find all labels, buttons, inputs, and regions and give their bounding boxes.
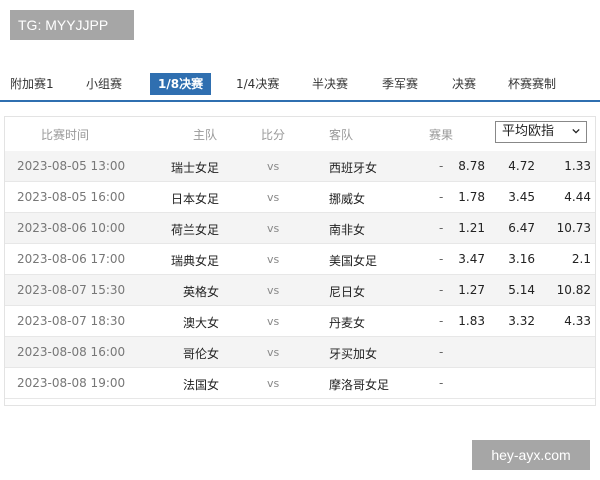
score: vs: [267, 284, 280, 297]
home-team[interactable]: 荷兰女足: [171, 221, 219, 238]
odds-away: 4.44: [564, 190, 591, 204]
site-watermark: hey-ayx.com: [472, 440, 590, 470]
tab-semifinal[interactable]: 半决赛: [312, 73, 348, 95]
odds-draw: 6.47: [508, 221, 535, 235]
tab-cup-format[interactable]: 杯赛赛制: [508, 73, 556, 95]
header-time: 比赛时间: [41, 128, 90, 142]
odds-away: 2.1: [571, 252, 591, 266]
tab-playoff-1[interactable]: 附加赛1: [10, 73, 54, 95]
odds-draw: 3.45: [508, 190, 535, 204]
match-time: 2023-08-05 13:00: [17, 159, 126, 173]
odds-home: 8.78: [458, 159, 485, 173]
tg-badge: TG: MYYJJPP: [10, 10, 134, 40]
score: vs: [267, 346, 280, 359]
away-team[interactable]: 美国女足: [329, 252, 377, 269]
chevron-down-icon: [572, 128, 580, 134]
table-row[interactable]: 2023-08-07 18:30 澳大女 vs 丹麦女 - 1.83 3.32 …: [5, 306, 595, 337]
match-result: -: [439, 190, 444, 204]
home-team[interactable]: 瑞典女足: [171, 252, 219, 269]
match-time: 2023-08-08 16:00: [17, 345, 126, 359]
home-team[interactable]: 哥伦女: [183, 345, 219, 362]
odds-home: 1.78: [458, 190, 485, 204]
table-row[interactable]: 2023-08-05 16:00 日本女足 vs 挪威女 - 1.78 3.45…: [5, 182, 595, 213]
odds-away: 10.82: [556, 283, 591, 297]
table-row[interactable]: 2023-08-05 13:00 瑞士女足 vs 西班牙女 - 8.78 4.7…: [5, 151, 595, 182]
odds-draw: 3.16: [508, 252, 535, 266]
match-time: 2023-08-05 16:00: [17, 190, 126, 204]
table-row[interactable]: 2023-08-08 19:00 法国女 vs 摩洛哥女足 -: [5, 368, 595, 399]
odds-home: 1.21: [458, 221, 485, 235]
home-team[interactable]: 英格女: [183, 283, 219, 300]
away-team[interactable]: 牙买加女: [329, 345, 377, 362]
away-team[interactable]: 摩洛哥女足: [329, 376, 389, 393]
match-table: 比赛时间 主队 比分 客队 赛果 平均欧指 2023-08-05 13:00 瑞…: [4, 116, 596, 406]
away-team[interactable]: 尼日女: [329, 283, 365, 300]
header-score: 比分: [261, 128, 286, 142]
tab-quarterfinal[interactable]: 1/4决赛: [236, 73, 279, 95]
odds-draw: 4.72: [508, 159, 535, 173]
match-time: 2023-08-07 15:30: [17, 283, 126, 297]
match-result: -: [439, 221, 444, 235]
header-result: 赛果: [429, 128, 454, 142]
odds-away: 1.33: [564, 159, 591, 173]
odds-away: 10.73: [556, 221, 591, 235]
table-row[interactable]: 2023-08-06 17:00 瑞典女足 vs 美国女足 - 3.47 3.1…: [5, 244, 595, 275]
tab-round-of-16[interactable]: 1/8决赛: [150, 73, 212, 95]
match-result: -: [439, 314, 444, 328]
match-time: 2023-08-07 18:30: [17, 314, 126, 328]
away-team[interactable]: 挪威女: [329, 190, 365, 207]
odds-away: 4.33: [564, 314, 591, 328]
away-team[interactable]: 南非女: [329, 221, 365, 238]
score: vs: [267, 377, 280, 390]
score: vs: [267, 315, 280, 328]
score: vs: [267, 222, 280, 235]
score: vs: [267, 191, 280, 204]
header-home: 主队: [193, 128, 218, 142]
match-time: 2023-08-06 17:00: [17, 252, 126, 266]
match-result: -: [439, 159, 444, 173]
match-time: 2023-08-06 10:00: [17, 221, 126, 235]
odds-draw: 5.14: [508, 283, 535, 297]
away-team[interactable]: 丹麦女: [329, 314, 365, 331]
home-team[interactable]: 澳大女: [183, 314, 219, 331]
round-tabs: 附加赛1 小组赛 1/8决赛 1/4决赛 半决赛 季军赛 决赛 杯赛赛制: [0, 70, 600, 102]
odds-home: 3.47: [458, 252, 485, 266]
odds-type-select[interactable]: 平均欧指: [495, 121, 587, 143]
away-team[interactable]: 西班牙女: [329, 159, 377, 176]
tab-third-place[interactable]: 季军赛: [382, 73, 418, 95]
match-time: 2023-08-08 19:00: [17, 376, 126, 390]
match-result: -: [439, 283, 444, 297]
score: vs: [267, 160, 280, 173]
odds-home: 1.83: [458, 314, 485, 328]
table-header: 比赛时间 主队 比分 客队 赛果 平均欧指: [5, 117, 595, 152]
match-result: -: [439, 345, 444, 359]
match-result: -: [439, 252, 444, 266]
table-row[interactable]: 2023-08-08 16:00 哥伦女 vs 牙买加女 -: [5, 337, 595, 368]
tab-final[interactable]: 决赛: [452, 73, 476, 95]
home-team[interactable]: 瑞士女足: [171, 159, 219, 176]
odds-select-value: 平均欧指: [502, 124, 555, 139]
odds-draw: 3.32: [508, 314, 535, 328]
match-result: -: [439, 376, 444, 390]
header-away: 客队: [329, 128, 354, 142]
home-team[interactable]: 法国女: [183, 376, 219, 393]
table-row[interactable]: 2023-08-06 10:00 荷兰女足 vs 南非女 - 1.21 6.47…: [5, 213, 595, 244]
tab-group-stage[interactable]: 小组赛: [86, 73, 122, 95]
home-team[interactable]: 日本女足: [171, 190, 219, 207]
table-row[interactable]: 2023-08-07 15:30 英格女 vs 尼日女 - 1.27 5.14 …: [5, 275, 595, 306]
score: vs: [267, 253, 280, 266]
odds-home: 1.27: [458, 283, 485, 297]
